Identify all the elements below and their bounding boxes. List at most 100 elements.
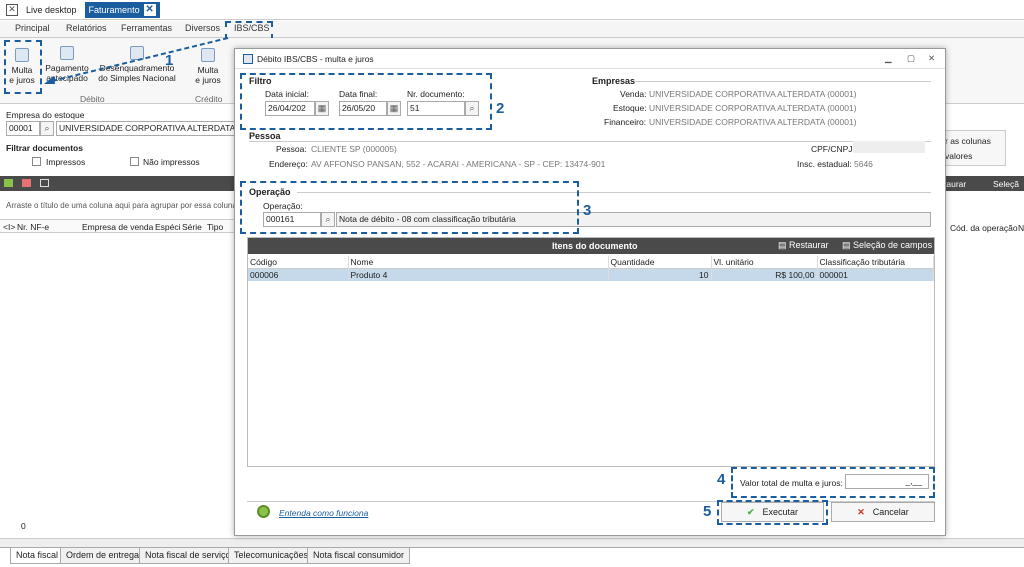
dialog-title-bar: Débito IBS/CBS - multa e juros ▁ ▢ ✕ bbox=[235, 49, 945, 69]
left-grid-header: <I> Nr. NF-e Empresa de venda Espéci Sér… bbox=[0, 219, 240, 233]
close-icon[interactable]: ✕ bbox=[928, 53, 935, 64]
financeiro-value: UNIVERSIDADE CORPORATIVA ALTERDATA (0000… bbox=[649, 117, 857, 127]
footer-count: 0 bbox=[21, 521, 26, 531]
nao-impressos-label: Não impressos bbox=[143, 157, 200, 167]
background-panel-button[interactable]: r as colunas valores bbox=[940, 130, 1006, 166]
app-title-bar: ✕ Live desktop Faturamento ✕ bbox=[0, 0, 1024, 20]
table-row[interactable]: 000006 Produto 4 10 R$ 100,00 000001 bbox=[248, 268, 934, 281]
cpf-redacted bbox=[853, 141, 925, 153]
col-header[interactable]: <I> bbox=[3, 222, 15, 232]
callout-number-5: 5 bbox=[703, 503, 712, 520]
tab-faturamento[interactable]: Faturamento ✕ bbox=[84, 1, 160, 18]
estoque-value: UNIVERSIDADE CORPORATIVA ALTERDATA (0000… bbox=[649, 103, 857, 113]
callout-arrow bbox=[44, 37, 229, 84]
grid-tool-icon[interactable] bbox=[22, 179, 31, 187]
tab-relatorios[interactable]: Relatórios bbox=[66, 23, 107, 33]
tab-live-desktop[interactable]: Live desktop bbox=[22, 2, 81, 18]
valores-label: valores bbox=[945, 151, 973, 161]
selecao-label: Seleção de campos bbox=[853, 240, 933, 250]
tab-principal[interactable]: Principal bbox=[15, 23, 50, 33]
nao-impressos-checkbox[interactable] bbox=[130, 157, 139, 166]
insc-label: Insc. estadual: bbox=[797, 159, 852, 169]
cancel-x-icon: ✕ bbox=[857, 506, 865, 517]
window-icon bbox=[243, 54, 253, 64]
cancelar-button[interactable]: ✕ Cancelar bbox=[831, 502, 935, 522]
restaurar-button[interactable]: ▤ Restaurar bbox=[778, 240, 829, 251]
bottom-tab-ordem-entrega[interactable]: Ordem de entrega bbox=[60, 548, 146, 564]
bg-n-col[interactable]: N bbox=[1018, 223, 1024, 233]
close-tab-icon[interactable]: ✕ bbox=[143, 3, 156, 16]
callout-filtro bbox=[240, 73, 492, 130]
cell-nome: Produto 4 bbox=[348, 268, 609, 281]
bg-restaurar[interactable]: taurar bbox=[944, 179, 966, 189]
cell-codigo: 000006 bbox=[248, 268, 349, 281]
callout-number-1: 1 bbox=[165, 52, 174, 69]
divider bbox=[249, 141, 931, 142]
empresa-estoque-label: Empresa do estoque bbox=[6, 110, 85, 120]
tab-diversos[interactable]: Diversos bbox=[185, 23, 220, 33]
col-header[interactable]: Espéci bbox=[155, 222, 181, 232]
pessoa-title: Pessoa bbox=[249, 131, 281, 141]
pessoa-value: CLIENTE SP (000005) bbox=[311, 144, 397, 154]
impressos-label: Impressos bbox=[46, 157, 86, 167]
group-debito: Débito bbox=[80, 94, 105, 104]
colunas-label: r as colunas bbox=[945, 136, 991, 146]
cell-quantidade: 10 bbox=[608, 268, 712, 281]
col-header[interactable]: Empresa de venda bbox=[82, 222, 153, 232]
bottom-tab-nota-fiscal[interactable]: Nota fiscal bbox=[10, 548, 65, 564]
col-quantidade[interactable]: Quantidade bbox=[608, 256, 712, 269]
bottom-tab-telecom[interactable]: Telecomunicações bbox=[228, 548, 315, 564]
search-icon[interactable]: ⌕ bbox=[40, 121, 54, 136]
grid-tool-icon[interactable] bbox=[40, 179, 49, 187]
callout-executar bbox=[717, 500, 828, 525]
callout-multa-button bbox=[4, 40, 42, 94]
empresa-name-field[interactable]: UNIVERSIDADE CORPORATIVA ALTERDATA bbox=[56, 121, 236, 136]
tab-faturamento-label: Faturamento bbox=[88, 4, 140, 15]
itens-title: Itens do documento bbox=[552, 241, 638, 251]
callout-valor bbox=[731, 467, 935, 498]
cpf-label: CPF/CNPJ: bbox=[811, 144, 855, 154]
itens-header: Itens do documento ▤ Restaurar ▤ Seleção… bbox=[248, 238, 934, 254]
bottom-tab-nf-consumidor[interactable]: Nota fiscal consumidor bbox=[307, 548, 411, 564]
venda-value: UNIVERSIDADE CORPORATIVA ALTERDATA (0000… bbox=[649, 89, 857, 99]
cell-classificacao: 000001 bbox=[817, 268, 934, 281]
bottom-tab-nf-servico[interactable]: Nota fiscal de serviço bbox=[139, 548, 237, 564]
col-classificacao[interactable]: Classificação tributária bbox=[817, 256, 934, 269]
col-header[interactable]: Tipo bbox=[207, 222, 223, 232]
grid-tool-icon[interactable] bbox=[4, 179, 13, 187]
filtrar-label: Filtrar documentos bbox=[6, 143, 83, 153]
group-credito: Crédito bbox=[195, 94, 223, 104]
itens-grid: Itens do documento ▤ Restaurar ▤ Seleção… bbox=[247, 237, 935, 467]
impressos-checkbox[interactable] bbox=[32, 157, 41, 166]
venda-label: Venda: bbox=[620, 89, 647, 99]
debito-dialog: Débito IBS/CBS - multa e juros ▁ ▢ ✕ Fil… bbox=[234, 48, 946, 536]
callout-number-3: 3 bbox=[583, 202, 592, 219]
tab-ferramentas[interactable]: Ferramentas bbox=[121, 23, 172, 33]
live-desktop-icon: ✕ bbox=[6, 3, 18, 16]
col-header[interactable]: Nr. NF-e bbox=[17, 222, 49, 232]
bg-selecao[interactable]: Seleçã bbox=[993, 179, 1019, 189]
col-header[interactable]: Série bbox=[182, 222, 202, 232]
financeiro-label: Financeiro: bbox=[604, 117, 647, 127]
cancelar-label: Cancelar bbox=[872, 507, 909, 517]
group-hint: Arraste o título de uma coluna aqui para… bbox=[6, 201, 234, 210]
restaurar-icon: ▤ bbox=[778, 240, 790, 250]
help-icon bbox=[257, 505, 270, 518]
selecao-campos-button[interactable]: ▤ Seleção de campos bbox=[842, 240, 932, 251]
insc-value: 5646 bbox=[854, 159, 873, 169]
minimize-icon[interactable]: ▁ bbox=[885, 53, 892, 64]
endereco-value: AV AFFONSO PANSAN, 552 - ACARAI - AMERIC… bbox=[311, 159, 606, 169]
cell-vl-unitario: R$ 100,00 bbox=[711, 268, 818, 281]
col-vl-unitario[interactable]: Vl. unitário bbox=[711, 256, 818, 269]
entenda-link[interactable]: Entenda como funciona bbox=[279, 508, 368, 518]
estoque-label: Estoque: bbox=[613, 103, 647, 113]
empresa-code-field[interactable]: 00001 bbox=[6, 121, 40, 136]
dialog-title: Débito IBS/CBS - multa e juros bbox=[257, 54, 374, 64]
bg-cod-operacao-col[interactable]: Cód. da operação bbox=[950, 223, 1018, 233]
itens-table: Código Nome Quantidade Vl. unitário Clas… bbox=[248, 256, 934, 281]
divider bbox=[635, 81, 931, 82]
col-nome[interactable]: Nome bbox=[348, 256, 609, 269]
restore-icon[interactable]: ▢ bbox=[907, 53, 915, 64]
col-codigo[interactable]: Código bbox=[248, 256, 349, 269]
selecao-icon: ▤ bbox=[842, 240, 854, 250]
